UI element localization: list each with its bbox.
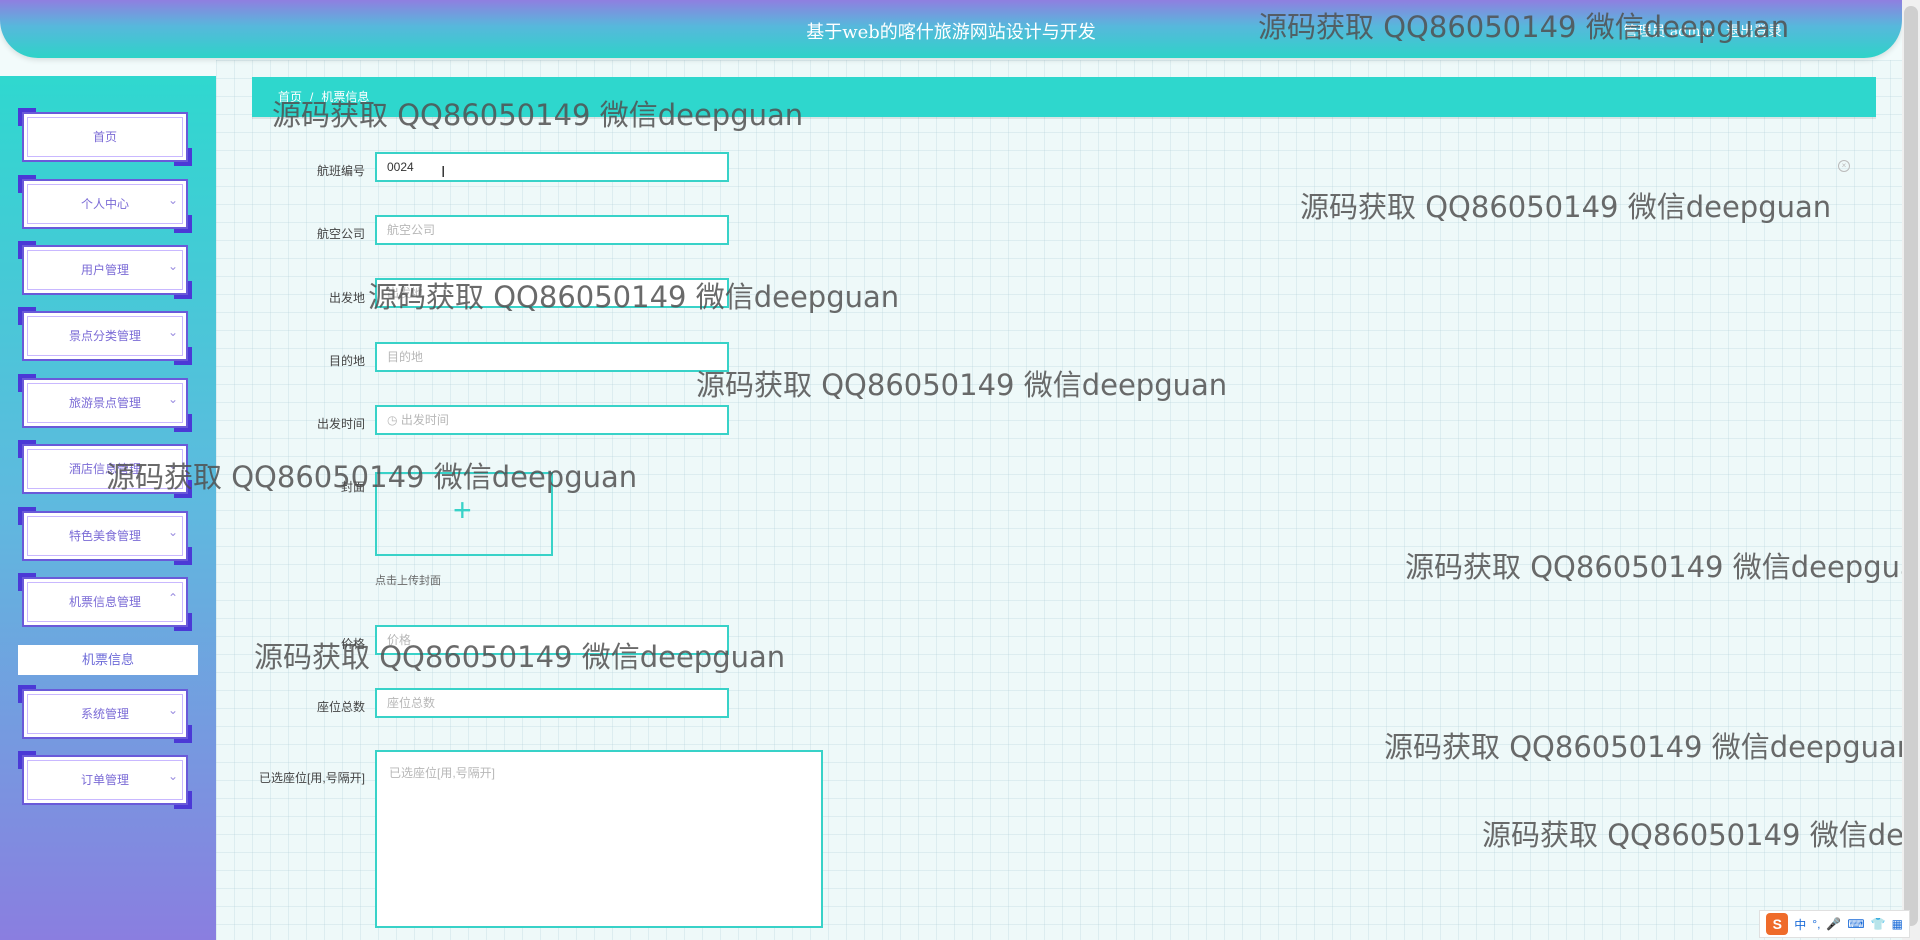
scrollbar-thumb[interactable] xyxy=(1904,6,1918,926)
chevron-down-icon: ⌄ xyxy=(167,193,178,207)
chevron-down-icon: ⌄ xyxy=(167,525,178,539)
sidebar-item-scenic-category[interactable]: 景点分类管理 ⌄ xyxy=(18,307,192,365)
seats-label: 座位总数 xyxy=(316,700,365,714)
seats-input[interactable]: 座位总数 xyxy=(375,688,729,718)
cover-upload-hint: 点击上传封面 xyxy=(375,575,441,587)
flight-no-label: 航班编号 xyxy=(316,164,365,178)
departure-label: 出发地 xyxy=(328,291,365,305)
text-cursor-icon: I xyxy=(441,164,446,181)
depart-time-input[interactable]: ◷ 出发时间 xyxy=(375,405,729,435)
sidebar-item-orders[interactable]: 订单管理 ⌄ xyxy=(18,751,192,809)
chevron-down-icon: ⌄ xyxy=(167,703,178,717)
chevron-down-icon: ⌄ xyxy=(167,769,178,783)
chevron-down-icon: ⌄ xyxy=(167,325,178,339)
skin-icon[interactable]: 👕 xyxy=(1871,917,1886,931)
destination-input[interactable]: 目的地 xyxy=(375,342,729,372)
ime-tray: S 中 °, 🎤 ⌨ 👕 ▦ xyxy=(1759,910,1910,938)
chevron-down-icon: ⌄ xyxy=(167,259,178,273)
sidebar-item-user-management[interactable]: 用户管理 ⌄ xyxy=(18,241,192,299)
flight-no-value: 0024 xyxy=(387,160,414,174)
airline-input[interactable]: 航空公司 xyxy=(375,215,729,245)
plus-icon: + xyxy=(453,492,472,528)
sidebar-item-personal-center[interactable]: 个人中心 ⌄ xyxy=(18,175,192,233)
watermark: 源码获取 QQ86050149 微信deepguan xyxy=(106,460,638,494)
sidebar-item-scenic-spots[interactable]: 旅游景点管理 ⌄ xyxy=(18,374,192,432)
watermark: 源码获取 QQ86050149 微信deepguan xyxy=(1405,550,1920,584)
chevron-down-icon: ⌄ xyxy=(167,392,178,406)
clock-icon: ◷ xyxy=(387,413,401,427)
sidebar-item-system[interactable]: 系统管理 ⌄ xyxy=(18,685,192,743)
depart-time-label: 出发时间 xyxy=(316,417,365,431)
selected-seats-label: 已选座位[用,号隔开] xyxy=(258,771,365,785)
toolbox-icon[interactable]: ▦ xyxy=(1892,917,1903,931)
punctuation-icon[interactable]: °, xyxy=(1812,917,1820,931)
microphone-icon[interactable]: 🎤 xyxy=(1826,917,1841,931)
watermark: 源码获取 QQ86050149 微信deepguan xyxy=(1258,10,1790,44)
selected-seats-textarea[interactable]: 已选座位[用,号隔开] xyxy=(375,750,823,928)
watermark: 源码获取 QQ86050149 微信deepguan xyxy=(368,280,900,314)
watermark: 源码获取 QQ86050149 微信deepguan xyxy=(254,640,786,674)
watermark: 源码获取 QQ86050149 微信deepguan xyxy=(1300,190,1832,224)
airline-label: 航空公司 xyxy=(316,227,365,241)
chevron-up-icon: ⌃ xyxy=(167,591,178,605)
flight-no-input[interactable]: 0024 xyxy=(375,152,729,182)
page-scrollbar[interactable] xyxy=(1902,0,1920,940)
sidebar-subitem-ticket-info[interactable]: 机票信息 xyxy=(18,645,198,675)
watermark: 源码获取 QQ86050149 微信deepguan xyxy=(1482,818,1920,852)
ime-mode[interactable]: 中 xyxy=(1794,916,1806,933)
keyboard-icon[interactable]: ⌨ xyxy=(1847,917,1864,931)
sogou-logo-icon[interactable]: S xyxy=(1766,913,1789,935)
close-icon[interactable]: × xyxy=(1838,160,1850,172)
sidebar-item-food[interactable]: 特色美食管理 ⌄ xyxy=(18,507,192,565)
destination-label: 目的地 xyxy=(328,354,365,368)
watermark: 源码获取 QQ86050149 微信deepguan xyxy=(1384,730,1916,764)
sidebar-item-home[interactable]: 首页 xyxy=(18,108,192,166)
sidebar-item-ticket-management[interactable]: 机票信息管理 ⌃ xyxy=(18,573,192,631)
watermark: 源码获取 QQ86050149 微信deepguan xyxy=(696,368,1228,402)
watermark: 源码获取 QQ86050149 微信deepguan xyxy=(272,98,804,132)
